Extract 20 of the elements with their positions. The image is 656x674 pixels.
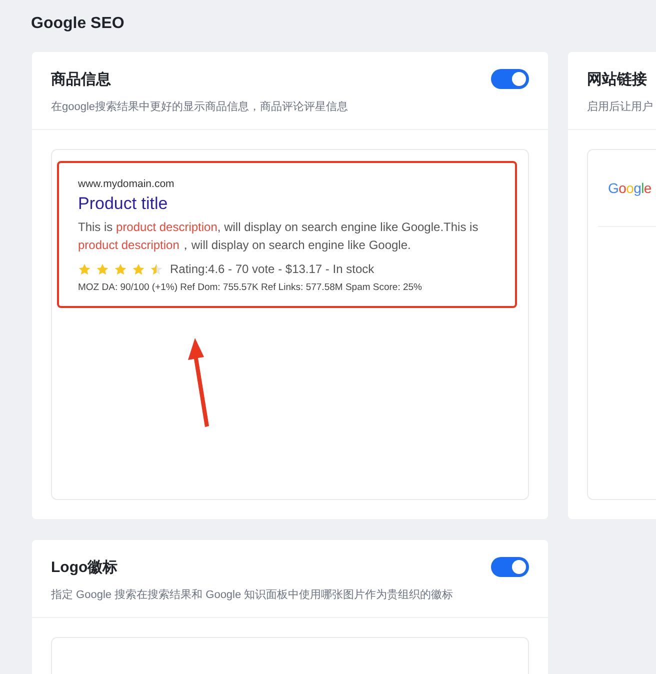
toggle-switch[interactable]	[491, 557, 529, 577]
result-url: www.mydomain.com	[78, 177, 176, 192]
card-description: 指定 Google 搜索在搜索结果和 Google 知识面板中使用哪张图片作为贵组织的徽标	[51, 588, 454, 603]
google-logo: Google	[608, 180, 652, 196]
card-title: Logo徽标	[51, 558, 118, 576]
result-title[interactable]: Product title	[78, 192, 496, 216]
result-snippet: This is product description, will display on search engine like Google.This is product description，will display on search engine like Google.	[78, 219, 480, 254]
star-icon	[114, 262, 127, 276]
star-icon	[150, 262, 163, 276]
rating-text: Rating:4.6 - 70 vote - $13.17 - In stock	[170, 262, 374, 276]
card-title: 商品信息	[51, 70, 111, 88]
seo-metrics: MOZ DA: 90/100 (+1%) Ref Dom: 755.57K Ref Links: 577.58M Spam Score: 25%	[78, 282, 424, 293]
card-title: 网站链接	[587, 70, 647, 88]
card-description: 启用后让用户	[587, 100, 654, 115]
page-title: Google SEO	[31, 14, 126, 34]
star-icon	[96, 262, 109, 276]
star-icon	[132, 262, 145, 276]
star-icon	[78, 262, 91, 276]
toggle-switch[interactable]	[491, 69, 529, 89]
card-description: 在google搜索结果中更好的显示商品信息，商品评论评星信息	[51, 100, 350, 115]
